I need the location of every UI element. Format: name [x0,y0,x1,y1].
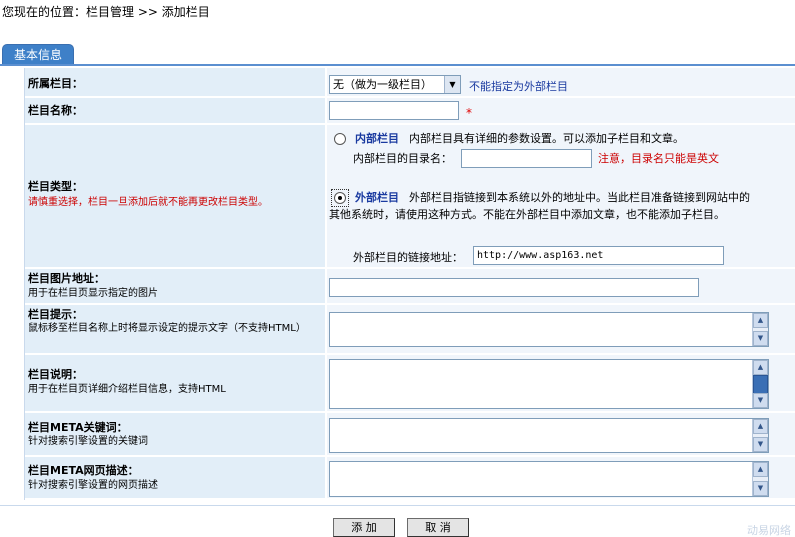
meta-desc-textarea[interactable]: ▲ ▼ [329,461,769,497]
internal-dir-note: 注意，目录名只能是英文 [598,152,719,165]
cancel-button[interactable]: 取 消 [407,518,469,537]
tips-textarea[interactable]: ▲ ▼ [329,312,769,347]
external-title: 外部栏目 [355,191,399,204]
breadcrumb: 您现在的位置：栏目管理 >> 添加栏目 [2,5,210,19]
tips-scrollbar[interactable]: ▲ ▼ [752,313,768,346]
meta-keywords-scrollbar[interactable]: ▲ ▼ [752,419,768,452]
meta-keywords-note: 针对搜索引擎设置的关键词 [28,436,148,447]
parent-hint: 不能指定为外部栏目 [469,80,568,93]
internal-dir-input[interactable] [461,149,592,168]
row-parent: 所属栏目： 无（做为一级栏目） ▼ 不能指定为外部栏目 [25,68,795,98]
name-label: 栏目名称： [28,104,83,117]
scroll-thumb[interactable] [753,375,768,394]
scroll-down-icon[interactable]: ▼ [753,437,768,452]
desc-note: 用于在栏目页详细介绍栏目信息，支持HTML [28,384,226,395]
tips-label: 栏目提示： [28,308,83,321]
desc-scrollbar[interactable]: ▲ ▼ [752,360,768,408]
meta-keywords-label: 栏目META关键词： [28,421,128,434]
chevron-down-icon[interactable]: ▼ [444,76,460,93]
external-url-input[interactable]: http://www.asp163.net [473,246,724,265]
internal-radio[interactable] [334,133,346,145]
row-name: 栏目名称： * [25,98,795,125]
row-type: 栏目类型： 请慎重选择，栏目一旦添加后就不能再更改栏目类型。 内部栏目 内部栏目具… [25,125,795,269]
meta-desc-scrollbar[interactable]: ▲ ▼ [752,462,768,496]
row-tips: 栏目提示： 鼠标移至栏目名称上时将显示设定的提示文字（不支持HTML） ▲ ▼ [25,305,795,355]
watermark: 动易网络 [747,524,791,537]
scroll-up-icon[interactable]: ▲ [753,462,768,477]
image-label: 栏目图片地址： [28,272,105,285]
column-form: 所属栏目： 无（做为一级栏目） ▼ 不能指定为外部栏目 栏目名称： * 栏目类型… [24,68,795,500]
tab-divider [0,64,795,66]
meta-keywords-textarea[interactable]: ▲ ▼ [329,418,769,453]
required-marker: * [466,106,472,120]
row-meta-keywords: 栏目META关键词： 针对搜索引擎设置的关键词 ▲ ▼ [25,413,795,457]
parent-select[interactable]: 无（做为一级栏目） ▼ [329,75,461,94]
desc-label: 栏目说明： [28,368,83,381]
add-button[interactable]: 添 加 [333,518,395,537]
type-label: 栏目类型： [28,180,83,193]
scroll-up-icon[interactable]: ▲ [753,360,768,375]
parent-select-value: 无（做为一级栏目） [333,78,432,91]
row-meta-desc: 栏目META网页描述： 针对搜索引擎设置的网页描述 ▲ ▼ [25,457,795,500]
meta-desc-label: 栏目META网页描述： [28,464,139,477]
scroll-down-icon[interactable]: ▼ [753,393,768,408]
form-bottom-divider [0,505,795,506]
scroll-down-icon[interactable]: ▼ [753,331,768,346]
scroll-down-icon[interactable]: ▼ [753,481,768,496]
image-input[interactable] [329,278,699,297]
image-note: 用于在栏目页显示指定的图片 [28,288,158,299]
tab-basic-info[interactable]: 基本信息 [2,44,74,65]
internal-title: 内部栏目 [355,132,399,145]
row-image: 栏目图片地址： 用于在栏目页显示指定的图片 [25,269,795,305]
internal-desc: 内部栏目具有详细的参数设置。可以添加子栏目和文章。 [409,132,684,145]
tips-note: 鼠标移至栏目名称上时将显示设定的提示文字（不支持HTML） [28,323,306,334]
internal-dir-label: 内部栏目的目录名： [353,152,452,165]
scroll-up-icon[interactable]: ▲ [753,419,768,434]
name-input[interactable] [329,101,459,120]
desc-textarea[interactable]: ▲ ▼ [329,359,769,409]
meta-desc-note: 针对搜索引擎设置的网页描述 [28,480,158,491]
scroll-up-icon[interactable]: ▲ [753,313,768,328]
external-url-label: 外部栏目的链接地址： [353,251,463,264]
type-warning: 请慎重选择，栏目一旦添加后就不能再更改栏目类型。 [28,197,268,208]
row-desc: 栏目说明： 用于在栏目页详细介绍栏目信息，支持HTML ▲ ▼ [25,355,795,413]
parent-label: 所属栏目： [28,77,83,90]
